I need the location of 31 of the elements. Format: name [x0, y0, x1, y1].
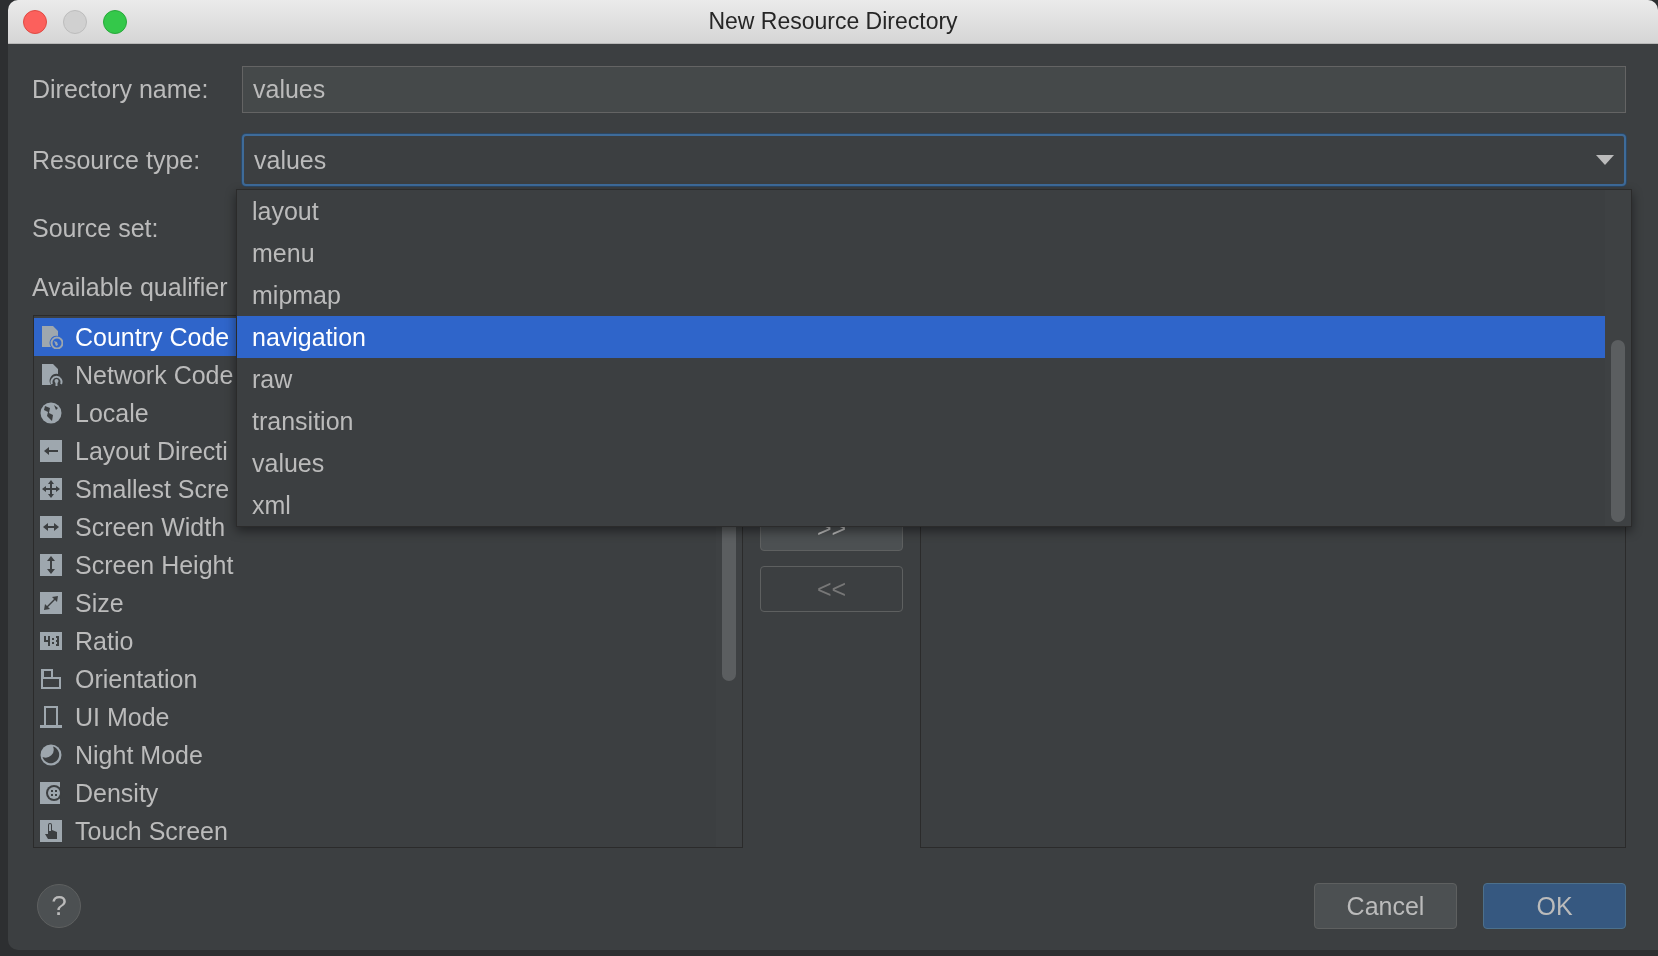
field-label: Directory name:	[32, 75, 210, 104]
menu-item[interactable]: navigation	[237, 316, 1605, 358]
menu-item[interactable]: values	[237, 442, 1605, 484]
qualifier-item[interactable]: Screen Height	[34, 546, 237, 584]
window-title: New Resource Directory	[708, 8, 958, 35]
qualifier-item[interactable]: Locale	[34, 394, 237, 432]
field-label: Resource type:	[32, 145, 202, 175]
field-label: Source set:	[32, 213, 160, 243]
qualifier-item[interactable]: Night Mode	[34, 736, 237, 774]
qualifier-item[interactable]: Size	[34, 584, 237, 622]
qualifier-item[interactable]: Layout Directi	[34, 432, 237, 470]
qualifier-item[interactable]: UI Mode	[34, 698, 237, 736]
dropdown-field[interactable]: values	[242, 134, 1626, 186]
qualifier-item[interactable]: Smallest Scre	[34, 470, 237, 508]
qualifier-item[interactable]: Density	[34, 774, 237, 812]
menu-item[interactable]: raw	[237, 358, 1605, 400]
qualifier-item[interactable]: Orientation	[34, 660, 237, 698]
menu-item[interactable]: menu	[237, 232, 1605, 274]
qualifier-item[interactable]: Network Code	[34, 356, 237, 394]
cancel-button[interactable]: Cancel	[1314, 883, 1457, 929]
qualifier-item[interactable]: Screen Width	[34, 508, 237, 546]
qualifier-item[interactable]: Ratio	[34, 622, 237, 660]
ok-button[interactable]: OK	[1483, 883, 1626, 929]
section-label: Available qualifier	[32, 272, 229, 302]
menu-item[interactable]: layout	[237, 190, 1605, 232]
help-button[interactable]: ?	[37, 884, 81, 928]
input-field[interactable]: values	[242, 66, 1626, 113]
menu-item[interactable]: transition	[237, 400, 1605, 442]
qualifier-item[interactable]: Touch Screen	[34, 812, 237, 847]
qualifier-item[interactable]: Country Code	[34, 318, 237, 356]
menu-item[interactable]: mipmap	[237, 274, 1605, 316]
